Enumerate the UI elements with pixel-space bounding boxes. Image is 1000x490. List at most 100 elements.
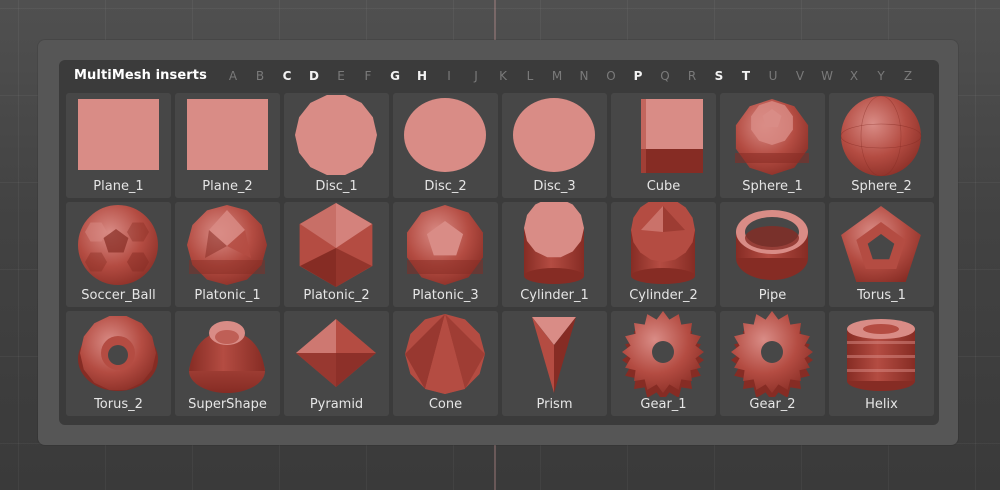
insert-tile-pipe[interactable]: Pipe (720, 202, 825, 307)
insert-label: Plane_1 (93, 179, 144, 194)
insert-tile-supershape[interactable]: SuperShape (175, 311, 280, 416)
insert-label: Sphere_1 (742, 179, 803, 194)
letter-filter-h[interactable]: H (414, 69, 430, 83)
torus-icon (66, 311, 171, 397)
insert-tile-sphere-2[interactable]: Sphere_2 (829, 93, 934, 198)
letter-filter-g[interactable]: G (387, 69, 403, 83)
letter-filter-u[interactable]: U (765, 69, 781, 83)
letter-filter-q[interactable]: Q (657, 69, 673, 83)
letter-filter-o[interactable]: O (603, 69, 619, 83)
disc-polygon-icon (284, 93, 389, 179)
helix-icon (829, 311, 934, 397)
insert-label: Plane_2 (202, 179, 253, 194)
insert-tile-platonic-3[interactable]: Platonic_3 (393, 202, 498, 307)
letter-filter-t[interactable]: T (738, 69, 754, 83)
letter-filter-x[interactable]: X (846, 69, 862, 83)
insert-tile-prism[interactable]: Prism (502, 311, 607, 416)
faceted-cylinder-icon (611, 202, 716, 288)
letter-filter-z[interactable]: Z (900, 69, 916, 83)
insert-label: Soccer_Ball (81, 288, 156, 303)
letter-filter-p[interactable]: P (630, 69, 646, 83)
letter-filter-i[interactable]: I (441, 69, 457, 83)
letter-filter-j[interactable]: J (468, 69, 484, 83)
insert-tile-plane-1[interactable]: Plane_1 (66, 93, 171, 198)
insert-tile-helix[interactable]: Helix (829, 311, 934, 416)
plane-icon (66, 93, 171, 179)
insert-tile-pyramid[interactable]: Pyramid (284, 311, 389, 416)
gear-icon (720, 311, 825, 397)
letter-filter-r[interactable]: R (684, 69, 700, 83)
insert-label: SuperShape (188, 397, 267, 412)
insert-label: Platonic_1 (194, 288, 261, 303)
insert-label: Sphere_2 (851, 179, 912, 194)
letter-filter-e[interactable]: E (333, 69, 349, 83)
insert-label: Gear_1 (640, 397, 687, 412)
letter-filter-m[interactable]: M (549, 69, 565, 83)
insert-label: Cylinder_1 (520, 288, 589, 303)
insert-label: Cylinder_2 (629, 288, 698, 303)
insert-tile-disc-1[interactable]: Disc_1 (284, 93, 389, 198)
insert-tile-plane-2[interactable]: Plane_2 (175, 93, 280, 198)
insert-label: Platonic_2 (303, 288, 370, 303)
panel-title: MultiMesh inserts (74, 68, 207, 83)
cube-icon (611, 93, 716, 179)
popup-header: MultiMesh inserts ABCDEFGHIJKLMNOPQRSTUV… (59, 60, 939, 90)
insert-tile-soccer-ball[interactable]: Soccer_Ball (66, 202, 171, 307)
pyramid-icon (284, 311, 389, 397)
insert-label: Torus_2 (94, 397, 143, 412)
cone-icon (393, 311, 498, 397)
letter-filter-s[interactable]: S (711, 69, 727, 83)
insert-tile-cone[interactable]: Cone (393, 311, 498, 416)
disc-icon (502, 93, 607, 179)
insert-tile-sphere-1[interactable]: Sphere_1 (720, 93, 825, 198)
insert-tile-torus-2[interactable]: Torus_2 (66, 311, 171, 416)
insert-tile-gear-2[interactable]: Gear_2 (720, 311, 825, 416)
insert-mesh-grid: Plane_1 Plane_2 Disc_1 Disc_2 Disc_3 Cub… (66, 93, 934, 416)
insert-tile-cube[interactable]: Cube (611, 93, 716, 198)
insert-label: Platonic_3 (412, 288, 479, 303)
insert-label: Prism (536, 397, 573, 412)
pentagon-torus-icon (829, 202, 934, 288)
icosahedron-icon (284, 202, 389, 288)
letter-filter-b[interactable]: B (252, 69, 268, 83)
letter-filter-v[interactable]: V (792, 69, 808, 83)
letter-filter-a[interactable]: A (225, 69, 241, 83)
sphere-icon (829, 93, 934, 179)
insert-label: Helix (865, 397, 898, 412)
letter-filter-c[interactable]: C (279, 69, 295, 83)
low-poly-sphere-icon (720, 93, 825, 179)
letter-filter-n[interactable]: N (576, 69, 592, 83)
insert-tile-platonic-1[interactable]: Platonic_1 (175, 202, 280, 307)
insert-label: Cube (646, 179, 681, 194)
letter-filter-y[interactable]: Y (873, 69, 889, 83)
insert-tile-cylinder-2[interactable]: Cylinder_2 (611, 202, 716, 307)
insert-tile-disc-2[interactable]: Disc_2 (393, 93, 498, 198)
prism-icon (502, 311, 607, 397)
pipe-icon (720, 202, 825, 288)
insert-label: Torus_1 (857, 288, 906, 303)
insert-label: Gear_2 (749, 397, 796, 412)
insert-tile-disc-3[interactable]: Disc_3 (502, 93, 607, 198)
plane-icon (175, 93, 280, 179)
cylinder-icon (502, 202, 607, 288)
letter-filter-f[interactable]: F (360, 69, 376, 83)
insert-label: Disc_2 (424, 179, 467, 194)
insert-label: Disc_1 (315, 179, 358, 194)
insert-tile-cylinder-1[interactable]: Cylinder_1 (502, 202, 607, 307)
insert-label: Pyramid (309, 397, 364, 412)
letter-filter-k[interactable]: K (495, 69, 511, 83)
insert-tile-platonic-2[interactable]: Platonic_2 (284, 202, 389, 307)
supershape-icon (175, 311, 280, 397)
insert-tile-torus-1[interactable]: Torus_1 (829, 202, 934, 307)
insert-label: Cone (428, 397, 463, 412)
letter-filter-d[interactable]: D (306, 69, 322, 83)
platonic-icon (175, 202, 280, 288)
gear-icon (611, 311, 716, 397)
insert-label: Disc_3 (533, 179, 576, 194)
disc-icon (393, 93, 498, 179)
insert-label: Pipe (758, 288, 787, 303)
letter-filter-l[interactable]: L (522, 69, 538, 83)
insert-tile-gear-1[interactable]: Gear_1 (611, 311, 716, 416)
letter-filter-w[interactable]: W (819, 69, 835, 83)
dodecahedron-icon (393, 202, 498, 288)
